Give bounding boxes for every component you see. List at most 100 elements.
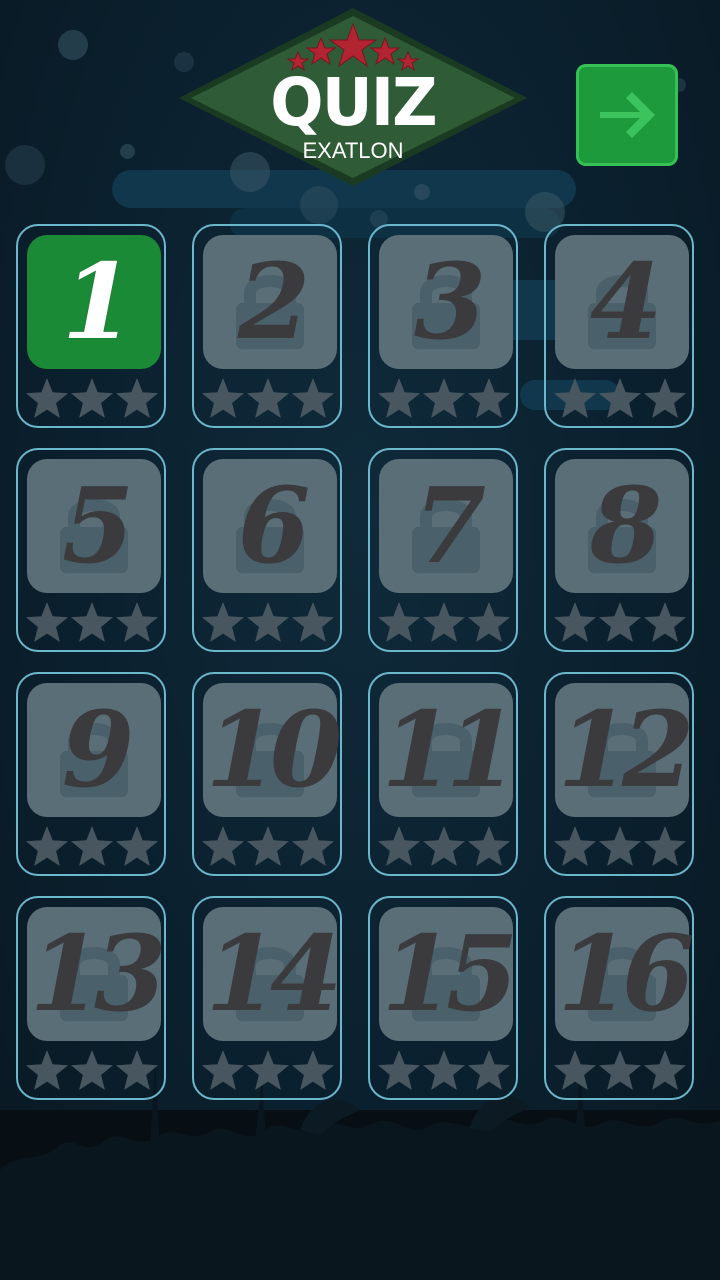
level-number: 12 <box>557 688 695 811</box>
level-tile-locked: 6 <box>203 459 337 593</box>
star-icon <box>599 1050 641 1090</box>
level-tile-locked: 5 <box>27 459 161 593</box>
level-number: 13 <box>29 912 167 1035</box>
star-icon <box>599 378 641 418</box>
next-button[interactable] <box>576 64 678 166</box>
star-icon <box>554 826 596 866</box>
level-card-8[interactable]: 8 <box>544 448 694 652</box>
star-rating <box>552 1048 690 1094</box>
star-icon <box>247 1050 289 1090</box>
level-card-16[interactable]: 16 <box>544 896 694 1100</box>
star-rating <box>552 824 690 870</box>
level-card-9[interactable]: 9 <box>16 672 166 876</box>
logo-subtitle: EXATLON <box>302 138 404 163</box>
star-icon <box>644 378 686 418</box>
level-card-2[interactable]: 2 <box>192 224 342 428</box>
level-card-6[interactable]: 6 <box>192 448 342 652</box>
star-icon <box>468 378 510 418</box>
star-icon <box>116 826 158 866</box>
level-tile-locked: 3 <box>379 235 513 369</box>
level-tile-unlocked: 1 <box>27 235 161 369</box>
star-icon <box>202 602 244 642</box>
jungle-silhouette <box>0 1060 720 1280</box>
level-card-11[interactable]: 11 <box>368 672 518 876</box>
star-icon <box>599 602 641 642</box>
star-icon <box>644 602 686 642</box>
level-number: 8 <box>589 464 662 587</box>
star-icon <box>468 826 510 866</box>
background-bubble <box>300 186 338 224</box>
level-card-5[interactable]: 5 <box>16 448 166 652</box>
star-icon <box>202 378 244 418</box>
star-rating <box>376 376 514 422</box>
star-icon <box>554 602 596 642</box>
star-rating <box>376 600 514 646</box>
level-number: 1 <box>61 240 134 363</box>
level-number: 2 <box>237 240 310 363</box>
star-icon <box>599 826 641 866</box>
star-icon <box>292 1050 334 1090</box>
level-tile-locked: 15 <box>379 907 519 1041</box>
level-card-10[interactable]: 10 <box>192 672 342 876</box>
star-icon <box>423 602 465 642</box>
level-tile-locked: 9 <box>27 683 161 817</box>
star-icon <box>202 1050 244 1090</box>
star-icon <box>292 602 334 642</box>
star-rating <box>200 1048 338 1094</box>
level-number: 7 <box>413 464 486 587</box>
star-rating <box>24 376 162 422</box>
level-tile-locked: 16 <box>555 907 695 1041</box>
logo-title: QUIZ <box>270 64 437 141</box>
star-icon <box>378 826 420 866</box>
star-icon <box>71 378 113 418</box>
star-icon <box>644 826 686 866</box>
star-icon <box>71 826 113 866</box>
star-icon <box>116 378 158 418</box>
star-rating <box>200 600 338 646</box>
level-card-14[interactable]: 14 <box>192 896 342 1100</box>
level-number: 3 <box>413 240 486 363</box>
level-number: 6 <box>237 464 310 587</box>
star-icon <box>554 378 596 418</box>
star-rating <box>376 824 514 870</box>
background-bubble <box>58 30 88 60</box>
star-icon <box>423 378 465 418</box>
level-grid: 1 2 3 4 5 6 7 8 9 10 11 12 13 14 15 16 <box>16 224 700 1104</box>
star-icon <box>423 1050 465 1090</box>
level-number: 10 <box>205 688 343 811</box>
level-card-15[interactable]: 15 <box>368 896 518 1100</box>
level-tile-locked: 14 <box>203 907 342 1041</box>
star-icon <box>71 602 113 642</box>
star-rating <box>552 376 690 422</box>
level-number: 9 <box>61 688 134 811</box>
star-icon <box>378 602 420 642</box>
background-bubble <box>5 145 45 185</box>
arrow-right-icon <box>600 92 655 138</box>
level-tile-locked: 8 <box>555 459 689 593</box>
level-tile-locked: 12 <box>555 683 695 817</box>
star-icon <box>423 826 465 866</box>
star-icon <box>247 602 289 642</box>
level-card-7[interactable]: 7 <box>368 448 518 652</box>
level-card-4[interactable]: 4 <box>544 224 694 428</box>
star-icon <box>247 378 289 418</box>
level-number: 15 <box>381 912 519 1035</box>
background-bubble <box>120 144 135 159</box>
level-card-3[interactable]: 3 <box>368 224 518 428</box>
level-select-screen: QUIZ EXATLON 1 2 3 4 5 6 7 8 9 10 11 12 13 14 15 16 <box>0 0 720 1280</box>
level-tile-locked: 10 <box>203 683 343 817</box>
star-icon <box>26 602 68 642</box>
star-icon <box>202 826 244 866</box>
level-card-1[interactable]: 1 <box>16 224 166 428</box>
level-number: 16 <box>557 912 695 1035</box>
star-icon <box>292 378 334 418</box>
star-icon <box>116 1050 158 1090</box>
level-card-13[interactable]: 13 <box>16 896 166 1100</box>
level-tile-locked: 11 <box>379 683 518 817</box>
star-icon <box>247 826 289 866</box>
star-icon <box>116 602 158 642</box>
star-icon <box>378 1050 420 1090</box>
level-card-12[interactable]: 12 <box>544 672 694 876</box>
star-icon <box>26 826 68 866</box>
star-rating <box>376 1048 514 1094</box>
